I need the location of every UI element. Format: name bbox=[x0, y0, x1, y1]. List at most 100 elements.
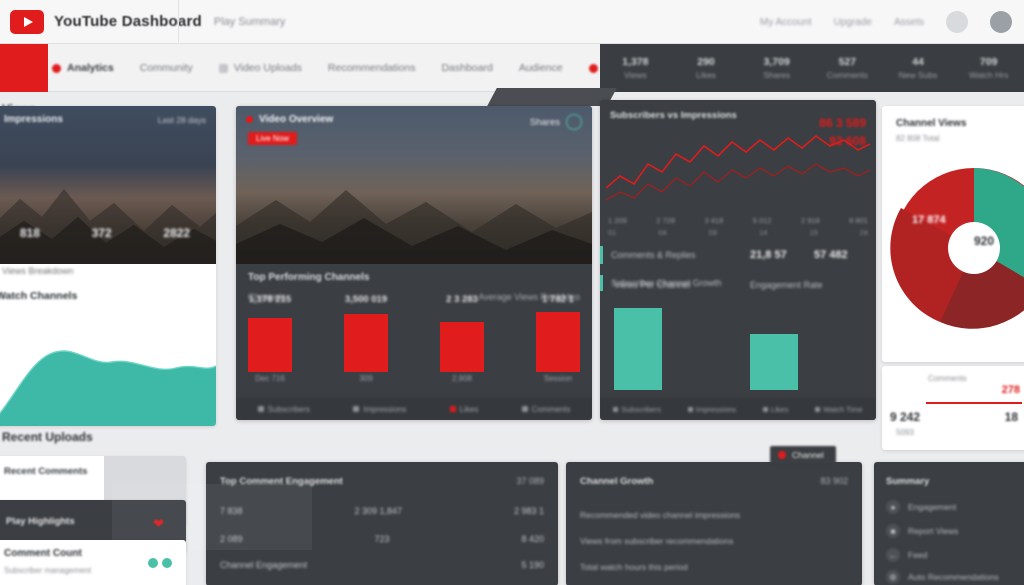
cell: 5 190 bbox=[521, 560, 544, 570]
legend-label: Subscribers bbox=[267, 404, 310, 414]
nav-item-analytics[interactable]: Analytics bbox=[52, 62, 114, 74]
metric-value: 21,8 57 bbox=[750, 249, 787, 261]
dot-icon bbox=[257, 406, 264, 412]
dot-icon bbox=[815, 406, 821, 412]
card-header-right: Last 28 days bbox=[157, 115, 206, 125]
pie-slice-label: 17 874 bbox=[912, 214, 946, 226]
nav-stats-panel: 1,378 Views 290 Likes 3,709 Shares 527 C… bbox=[600, 44, 1024, 92]
metric-value: 372 bbox=[91, 226, 112, 240]
summary-item-label: Report Views bbox=[908, 526, 959, 536]
teal-bar-chart bbox=[614, 304, 864, 390]
stat-new-subs: 44 New Subs bbox=[883, 56, 954, 80]
nav-item-audience[interactable]: Audience bbox=[519, 62, 563, 74]
line-chart bbox=[606, 134, 870, 201]
comments-stat-card: Comments 278 9 242 18 5093 bbox=[882, 366, 1024, 450]
legend-item: Likes bbox=[449, 405, 478, 414]
thumbnail-image bbox=[0, 106, 216, 264]
card-caption-secondary: Watch Channels bbox=[0, 290, 78, 302]
card-title: Channel Views bbox=[896, 118, 967, 129]
mountain-silhouette bbox=[0, 189, 216, 264]
page-title: YouTube Dashboard bbox=[54, 13, 202, 30]
channel-pill-badge[interactable]: Channel bbox=[770, 446, 836, 464]
red-dot-icon bbox=[449, 406, 456, 412]
nav-item-label: Recommendations bbox=[327, 62, 416, 74]
bar bbox=[750, 334, 798, 390]
card-title: Subscribers vs Impressions bbox=[610, 110, 737, 121]
nav-item-community[interactable]: Community bbox=[140, 62, 193, 74]
top-bar: YouTube Dashboard Play Summary My Accoun… bbox=[0, 0, 1024, 44]
metric-value: 818 bbox=[19, 226, 40, 240]
person-icon: ● bbox=[886, 500, 900, 514]
nav-item-label: Analytics bbox=[67, 62, 114, 74]
cell: 723 bbox=[374, 534, 390, 544]
top-bar-assets-link[interactable]: Assets bbox=[894, 17, 924, 28]
page-subtitle: Play Summary bbox=[213, 15, 286, 28]
chat-icon-group bbox=[148, 558, 172, 568]
summary-item-feed[interactable]: ← Feed bbox=[886, 548, 927, 562]
metric-value: 2822 bbox=[163, 226, 191, 240]
nav-item-label: Community bbox=[139, 62, 193, 74]
stat-label: Likes bbox=[696, 70, 716, 80]
stat-shares: 3,709 Shares bbox=[741, 56, 812, 80]
red-dot-icon bbox=[246, 116, 253, 123]
bar-value-row: 1,178 215 3,500 019 2 3 283 1 782 1 bbox=[248, 294, 580, 305]
summary-item-report-views[interactable]: ■ Report Views bbox=[886, 524, 958, 538]
notification-chip[interactable] bbox=[946, 11, 968, 33]
card-header: Impressions bbox=[4, 114, 63, 125]
stat-value: 1,378 bbox=[622, 56, 649, 68]
top-bar-divider bbox=[178, 0, 179, 44]
bar bbox=[248, 318, 292, 372]
card-badge: Video Overview bbox=[246, 114, 333, 125]
metric-row-comments: Comments & Replies 21,8 57 57 482 bbox=[600, 242, 876, 268]
stat-label: Comments bbox=[826, 70, 868, 80]
axis-tick: 3 418 bbox=[704, 216, 724, 225]
cell: 8 420 bbox=[521, 534, 544, 544]
card-title: Recent Comments bbox=[4, 466, 88, 477]
youtube-play-icon[interactable] bbox=[10, 9, 44, 34]
stat-likes: 290 Likes bbox=[671, 56, 742, 80]
stat-value-right: 18 bbox=[1004, 410, 1018, 424]
axis-tick: Session bbox=[543, 374, 573, 383]
legend-label: Impressions bbox=[363, 404, 407, 414]
stat-value: 3,709 bbox=[763, 56, 790, 68]
summary-item-label: Feed bbox=[908, 550, 928, 560]
legend-item: Impressions bbox=[353, 405, 406, 414]
legend-label: Comments bbox=[531, 404, 571, 414]
legend-item: Watch Time bbox=[815, 405, 863, 414]
stat-value: 527 bbox=[838, 56, 857, 68]
axis-tick: 04 bbox=[658, 228, 667, 237]
nav-item-video-uploads[interactable]: Video Uploads bbox=[218, 62, 302, 74]
top-bar-upgrade-link[interactable]: Upgrade bbox=[834, 17, 872, 28]
cell: Channel Engagement bbox=[220, 560, 308, 570]
cell: 2 309 1,847 bbox=[354, 506, 403, 516]
dot-icon bbox=[613, 406, 619, 412]
chart-icon: ■ bbox=[886, 524, 900, 538]
metric-value: 57 482 bbox=[814, 249, 848, 261]
avatar[interactable] bbox=[990, 11, 1012, 33]
card-footer-legend: Subscribers Impressions Likes Watch Time bbox=[600, 398, 876, 420]
detail-line: Recommended video channel impressions bbox=[580, 510, 741, 520]
nav-item-label: Video Uploads bbox=[233, 62, 302, 74]
bar-value: 3,500 019 bbox=[344, 294, 388, 305]
nav-item-dashboard[interactable]: Dashboard bbox=[441, 62, 492, 74]
legend-label: Impressions bbox=[695, 404, 737, 414]
summary-item-auto-recommendations[interactable]: ⚙ Auto Recommendations bbox=[886, 570, 999, 584]
metric-label: Comments & Replies bbox=[611, 250, 696, 260]
stat-label: Watch Hrs bbox=[969, 70, 1009, 80]
summary-item-engagement[interactable]: ● Engagement bbox=[886, 500, 956, 514]
metric-row: 818 372 2822 bbox=[0, 226, 216, 240]
legend-item: Likes bbox=[762, 405, 788, 414]
detail-line: Views from subscriber recommendations bbox=[580, 536, 734, 546]
dot-icon bbox=[521, 406, 528, 412]
shares-indicator[interactable]: Shares bbox=[530, 114, 582, 130]
cell: 2 983 1 bbox=[513, 506, 544, 516]
summary-item-label: Engagement bbox=[908, 502, 957, 512]
stat-views: 1,378 Views bbox=[600, 56, 671, 80]
pie-center-value: 920 bbox=[974, 234, 995, 248]
nav-item-recommendations[interactable]: Recommendations bbox=[328, 62, 416, 74]
legend-item: Comments bbox=[521, 404, 571, 414]
bar-axis: Dec 716 309 2,908 Session bbox=[248, 374, 580, 383]
axis-tick: 1 209 bbox=[608, 216, 627, 225]
summary-item-label: Auto Recommendations bbox=[908, 572, 999, 582]
top-bar-account-link[interactable]: My Account bbox=[760, 17, 812, 28]
